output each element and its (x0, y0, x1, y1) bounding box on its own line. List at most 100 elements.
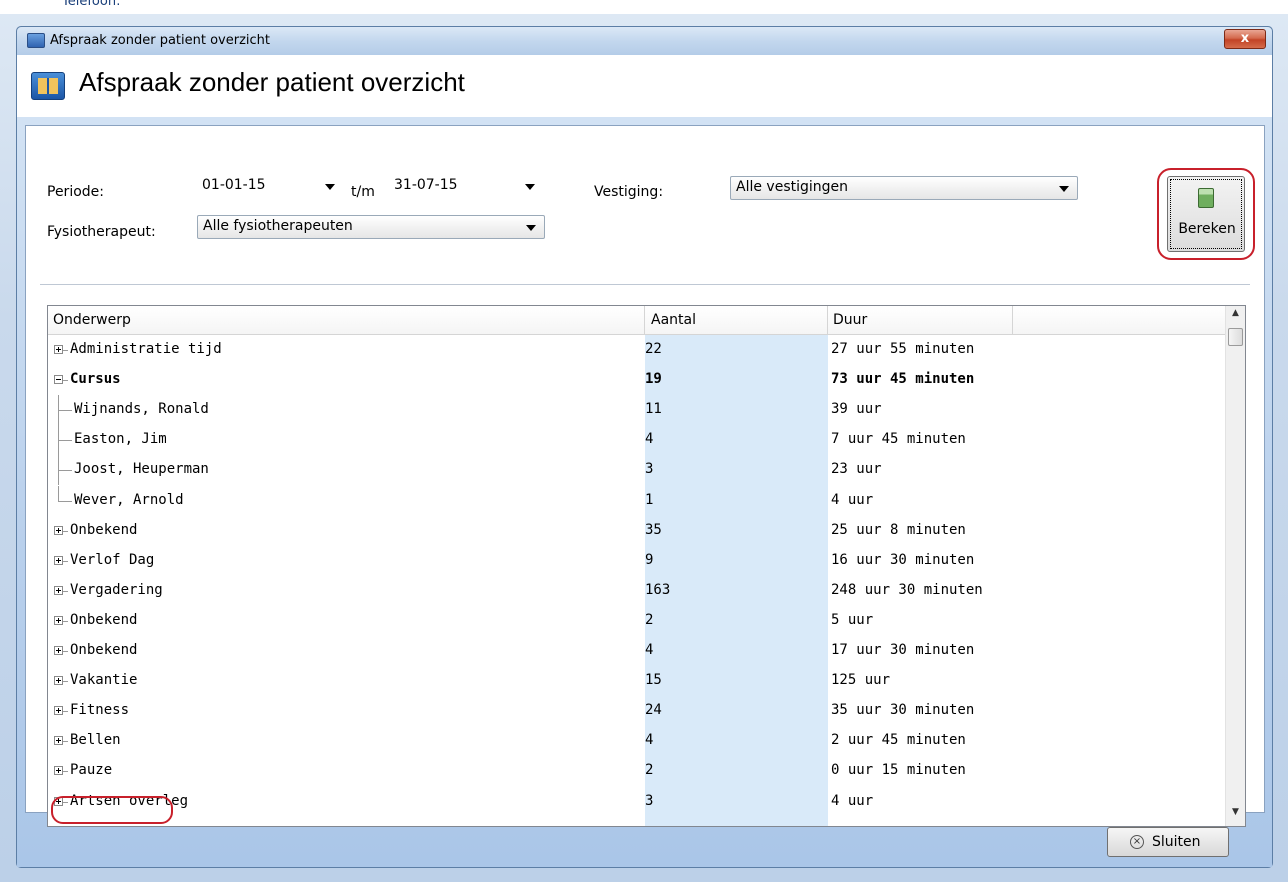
tree-connector (58, 440, 72, 442)
expand-icon[interactable] (54, 525, 63, 535)
chevron-down-icon (525, 184, 535, 190)
fysiotherapeut-label: Fysiotherapeut: (47, 224, 156, 240)
expand-icon[interactable] (54, 706, 63, 716)
background-app-header: Telefoon: (0, 0, 1288, 14)
cell-duur: 39 uur (831, 401, 882, 418)
results-tree-grid[interactable]: Onderwerp Aantal Duur Administratie tijd… (47, 305, 1246, 827)
table-row[interactable]: Verlof Dag 9 16 uur 30 minuten (48, 546, 1226, 576)
table-row[interactable]: Wever, Arnold 1 4 uur (48, 485, 1226, 516)
sluiten-button[interactable]: × Sluiten (1107, 827, 1229, 857)
page-title: Afspraak zonder patient overzicht (79, 67, 465, 97)
periode-label: Periode: (47, 184, 104, 200)
collapse-icon[interactable] (54, 375, 63, 385)
vestiging-combo[interactable]: Alle vestigingen (730, 176, 1078, 200)
table-row[interactable]: Administratie tijd 22 27 uur 55 minuten (48, 335, 1226, 365)
sluiten-label: Sluiten (1152, 834, 1201, 850)
scroll-thumb[interactable] (1228, 328, 1243, 346)
title-bar[interactable]: Afspraak zonder patient overzicht x (17, 27, 1272, 55)
table-row[interactable]: Fitness 24 35 uur 30 minuten (48, 696, 1226, 726)
cell-aantal: 35 (645, 521, 662, 538)
scroll-down-icon[interactable]: ▼ (1226, 807, 1245, 824)
cell-onderwerp: Cursus (70, 371, 121, 388)
expand-icon[interactable] (54, 585, 63, 595)
cell-duur: 35 uur 30 minuten (831, 702, 975, 719)
fysiotherapeut-combo[interactable]: Alle fysiotherapeuten (197, 215, 545, 239)
tree-connector (58, 485, 59, 501)
fysiotherapeut-value: Alle fysiotherapeuten (203, 218, 353, 234)
chevron-down-icon (526, 225, 536, 231)
bereken-button[interactable]: Bereken (1167, 176, 1245, 252)
table-row[interactable]: Vergadering 163 248 uur 30 minuten (48, 576, 1226, 606)
table-row[interactable]: Artsen overleg 3 4 uur (48, 787, 1226, 817)
cell-onderwerp: Onbekend (70, 642, 138, 658)
table-row[interactable]: Onbekend 35 25 uur 8 minuten (48, 516, 1226, 546)
window-title: Afspraak zonder patient overzicht (50, 33, 271, 48)
cell-aantal: 2 (645, 611, 654, 628)
vertical-scrollbar[interactable]: ▲ ▼ (1225, 306, 1245, 826)
cell-aantal: 4 (645, 642, 654, 658)
table-row[interactable]: Onbekend 4 17 uur 30 minuten (48, 636, 1226, 666)
tree-connector (63, 711, 68, 713)
expand-icon[interactable] (54, 345, 63, 354)
onbekend-highlight-ring (51, 796, 173, 824)
scroll-up-icon[interactable]: ▲ (1226, 308, 1245, 325)
periode-separator: t/m (351, 184, 375, 200)
cell-duur: 4 uur (831, 491, 874, 508)
window-client: Afspraak zonder patient overzicht Period… (17, 55, 1272, 867)
cell-duur: 4 uur (831, 792, 874, 809)
report-icon (31, 72, 65, 100)
table-row[interactable]: Vakantie 15 125 uur (48, 666, 1226, 696)
cell-duur: 73 uur 45 minuten (831, 371, 975, 388)
cell-onderwerp: Vakantie (70, 672, 138, 689)
cell-duur: 16 uur 30 minuten (831, 551, 975, 568)
cell-aantal: 4 (645, 431, 654, 448)
cell-duur: 2 uur 45 minuten (831, 732, 966, 749)
cell-onderwerp: Bellen (70, 732, 121, 749)
cell-onderwerp: Easton, Jim (74, 431, 167, 448)
column-header-duur[interactable]: Duur (833, 312, 867, 328)
column-separator[interactable] (1012, 306, 1013, 334)
expand-icon[interactable] (54, 676, 63, 686)
table-row[interactable]: Pauze 2 0 uur 15 minuten (48, 756, 1226, 786)
table-row[interactable]: Bellen 4 2 uur 45 minuten (48, 726, 1226, 756)
periode-from-value: 01-01-15 (202, 177, 266, 193)
expand-icon[interactable] (54, 766, 63, 776)
expand-icon[interactable] (54, 615, 63, 625)
tree-connector (58, 410, 72, 412)
cell-duur: 17 uur 30 minuten (831, 642, 975, 658)
expand-icon[interactable] (54, 555, 63, 565)
cell-duur: 0 uur 15 minuten (831, 762, 966, 779)
tree-connector (63, 380, 68, 382)
cell-aantal: 22 (645, 341, 662, 357)
cell-onderwerp: Vergadering (70, 581, 163, 598)
tree-connector (63, 741, 68, 743)
bereken-label: Bereken (1178, 221, 1236, 237)
column-separator[interactable] (644, 306, 645, 334)
table-row[interactable]: Onbekend 2 5 uur (48, 606, 1226, 636)
cell-onderwerp: Wijnands, Ronald (74, 401, 209, 418)
close-button[interactable]: x (1224, 29, 1266, 49)
periode-to-combo[interactable]: 31-07-15 (388, 174, 544, 198)
header-strip: Afspraak zonder patient overzicht (17, 55, 1272, 117)
cell-duur: 23 uur (831, 461, 882, 478)
column-header-aantal[interactable]: Aantal (651, 312, 696, 328)
background-peek-text: Telefoon: (62, 0, 121, 9)
tree-connector (58, 470, 72, 472)
expand-icon[interactable] (54, 646, 63, 655)
periode-from-combo[interactable]: 01-01-15 (196, 174, 344, 198)
main-panel: Periode: 01-01-15 t/m 31-07-15 Vestiging… (25, 125, 1265, 827)
cell-aantal: 15 (645, 672, 662, 689)
cell-onderwerp: Joost, Heuperman (74, 461, 209, 478)
tree-connector (58, 500, 72, 502)
table-row[interactable]: Easton, Jim 4 7 uur 45 minuten (48, 425, 1226, 456)
column-header-onderwerp[interactable]: Onderwerp (53, 312, 131, 328)
cell-aantal: 3 (645, 792, 654, 809)
table-row[interactable]: Joost, Heuperman 3 23 uur (48, 455, 1226, 486)
divider (40, 284, 1250, 285)
tree-connector (63, 590, 68, 592)
expand-icon[interactable] (54, 736, 63, 746)
table-row[interactable]: Wijnands, Ronald 11 39 uur (48, 395, 1226, 426)
column-separator[interactable] (827, 306, 828, 334)
table-row[interactable]: Cursus 19 73 uur 45 minuten (48, 365, 1226, 395)
cell-onderwerp: Fitness (70, 702, 130, 719)
